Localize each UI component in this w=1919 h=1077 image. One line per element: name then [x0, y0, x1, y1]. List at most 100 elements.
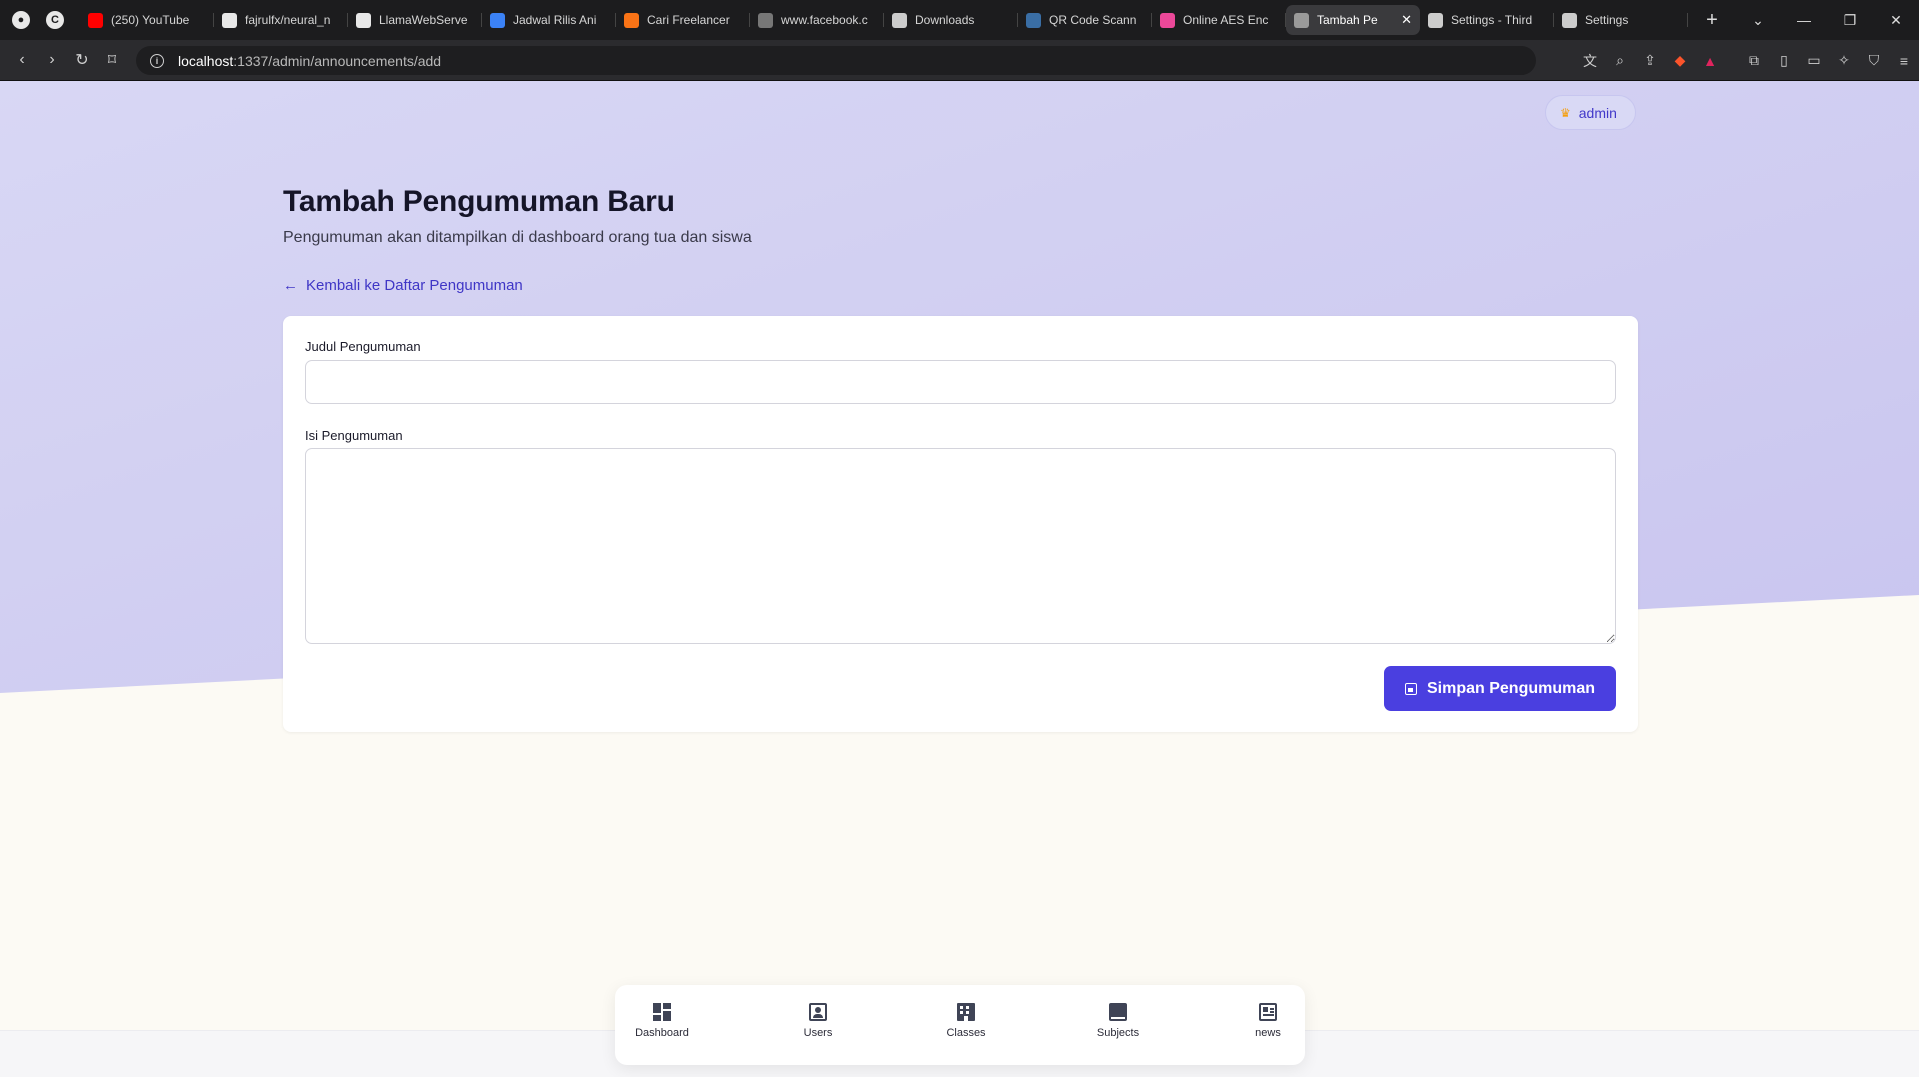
browser-tab-title: Tambah Pe [1317, 13, 1378, 27]
building-icon [957, 1003, 975, 1021]
brave-shield-icon[interactable]: ◆ [1665, 52, 1695, 69]
arrow-left-icon: ← [283, 277, 298, 294]
back-link-label: Kembali ke Daftar Pengumuman [306, 277, 523, 294]
body-textarea[interactable] [305, 448, 1616, 644]
browser-tab-title: Jadwal Rilis Ani [513, 13, 597, 27]
crown-icon: ♛ [1560, 105, 1571, 120]
browser-tab-title: Downloads [915, 13, 975, 27]
browser-tab[interactable]: QR Code Scann [1018, 5, 1152, 35]
window-controls: ⌄ — ❐ ✕ [1735, 0, 1919, 40]
browser-tab-title: (250) YouTube [111, 13, 190, 27]
browser-toolbar: ‹ › ↻ ⌑ i localhost:1337/admin/announcem… [0, 40, 1919, 81]
browser-tab-title: QR Code Scann [1049, 13, 1137, 27]
site-info-icon[interactable]: i [150, 53, 164, 68]
nav-item-news[interactable]: news [1218, 1003, 1318, 1039]
facebook-icon [758, 12, 773, 28]
tab-list: (250) YouTube fajrulfx/neural_n LlamaWebSe… [80, 0, 1688, 40]
close-window-icon[interactable]: ✕ [1873, 12, 1919, 29]
users-icon [809, 1003, 827, 1021]
nav-label-news: news [1255, 1027, 1281, 1039]
save-announcement-button[interactable]: Simpan Pengumuman [1384, 666, 1616, 711]
title-input[interactable] [305, 360, 1616, 404]
book-icon [1109, 1003, 1127, 1021]
leo-icon[interactable]: ✧ [1829, 52, 1859, 69]
browser-tab[interactable]: Cari Freelancer [616, 5, 750, 35]
address-bar[interactable]: i localhost:1337/admin/announcements/add [136, 46, 1536, 75]
bookmark-icon[interactable]: ⌑ [97, 50, 127, 70]
pinned-tab-github[interactable]: ● [6, 5, 36, 35]
browser-tab-title: Settings [1585, 13, 1629, 27]
close-tab-icon[interactable]: ✕ [1401, 12, 1412, 28]
app-icon: C [46, 11, 64, 29]
browser-tab[interactable]: Settings [1554, 5, 1688, 35]
tab-search-icon[interactable]: ⌄ [1735, 12, 1781, 29]
share-icon[interactable]: ⇪ [1635, 52, 1665, 69]
minimize-icon[interactable]: — [1781, 12, 1827, 28]
browser-tab[interactable]: Jadwal Rilis Ani [482, 5, 616, 35]
browser-tab-title: Cari Freelancer [647, 13, 730, 27]
nav-label-users: Users [803, 1027, 833, 1039]
aes-icon [1160, 12, 1175, 28]
freelancer-icon [624, 12, 639, 28]
browser-tab[interactable]: fajrulfx/neural_n [214, 5, 348, 35]
globe-icon [1294, 12, 1309, 28]
rewards-icon[interactable]: ▲ [1695, 53, 1725, 69]
nav-item-subjects[interactable]: Subjects [1068, 1003, 1168, 1039]
github-icon [356, 12, 371, 28]
toolbar-extensions: 文 ⌕ ⇪ ◆ ▲ ⧉ ▯ ▭ ✧ ⛉ ≡ [1575, 40, 1919, 81]
browser-tab[interactable]: www.facebook.c [750, 5, 884, 35]
url-path: :1337/admin/announcements/add [233, 52, 442, 69]
new-tab-button[interactable]: + [1700, 9, 1724, 32]
nav-item-users[interactable]: Users [768, 1003, 868, 1039]
nav-item-dashboard[interactable]: Dashboard [612, 1003, 712, 1039]
vpn-icon[interactable]: ⛉ [1859, 52, 1889, 69]
nav-label-classes: Classes [946, 1027, 986, 1039]
user-badge[interactable]: ♛ admin [1545, 95, 1636, 130]
browser-tab[interactable]: (250) YouTube [80, 5, 214, 35]
page-subtitle: Pengumuman akan ditampilkan di dashboard… [283, 229, 752, 246]
title-field-label: Judul Pengumuman [305, 339, 421, 354]
browser-tab-title: www.facebook.c [781, 13, 868, 27]
page-header: Tambah Pengumuman Baru Pengumuman akan d… [283, 185, 752, 247]
gear-icon [1428, 12, 1443, 28]
reload-icon[interactable]: ↻ [67, 50, 97, 70]
browser-tab[interactable]: Settings - Third [1420, 5, 1554, 35]
browser-tab[interactable]: LlamaWebServe [348, 5, 482, 35]
menu-icon[interactable]: ≡ [1889, 53, 1919, 69]
browser-tab[interactable]: Tambah Pe ✕ [1286, 5, 1420, 35]
translate-icon[interactable]: 文 [1575, 51, 1605, 71]
user-badge-label: admin [1578, 104, 1617, 121]
browser-tab-title: LlamaWebServe [379, 13, 468, 27]
nav-label-subjects: Subjects [1096, 1027, 1140, 1039]
back-icon[interactable]: ‹ [7, 51, 37, 69]
url-text: localhost:1337/admin/announcements/add [178, 53, 441, 69]
dashboard-icon [653, 1003, 671, 1021]
nav-label-dashboard: Dashboard [635, 1027, 689, 1039]
page-viewport: ♛ admin Tambah Pengumuman Baru Pengumuma… [0, 81, 1919, 1077]
url-host: localhost [178, 52, 234, 69]
restore-icon[interactable]: ❐ [1827, 12, 1873, 29]
gear-icon [1562, 12, 1577, 28]
qr-icon [1026, 12, 1041, 28]
browser-tab[interactable]: Downloads [884, 5, 1018, 35]
browser-tab-title: Settings - Third [1451, 13, 1533, 27]
youtube-icon [88, 12, 103, 28]
browser-tab[interactable]: Online AES Enc [1152, 5, 1286, 35]
github-icon: ● [12, 11, 30, 29]
save-icon [1404, 682, 1417, 695]
announcement-form-card: Judul Pengumuman Isi Pengumuman Simpan P… [283, 316, 1638, 732]
download-icon [892, 12, 907, 28]
extensions-icon[interactable]: ⧉ [1739, 52, 1769, 69]
nav-item-classes[interactable]: Classes [916, 1003, 1016, 1039]
sidebar-icon[interactable]: ▯ [1769, 52, 1799, 69]
zoom-icon[interactable]: ⌕ [1605, 52, 1635, 69]
pinned-tab-app[interactable]: C [40, 5, 70, 35]
forward-icon[interactable]: › [37, 51, 67, 69]
back-to-list-link[interactable]: ← Kembali ke Daftar Pengumuman [283, 277, 523, 294]
wallet-icon[interactable]: ▭ [1799, 52, 1829, 69]
browser-tab-title: fajrulfx/neural_n [245, 13, 331, 27]
calendar-icon [490, 12, 505, 28]
body-field-label: Isi Pengumuman [305, 428, 403, 443]
browser-tab-title: Online AES Enc [1183, 13, 1269, 27]
save-button-label: Simpan Pengumuman [1426, 679, 1596, 697]
